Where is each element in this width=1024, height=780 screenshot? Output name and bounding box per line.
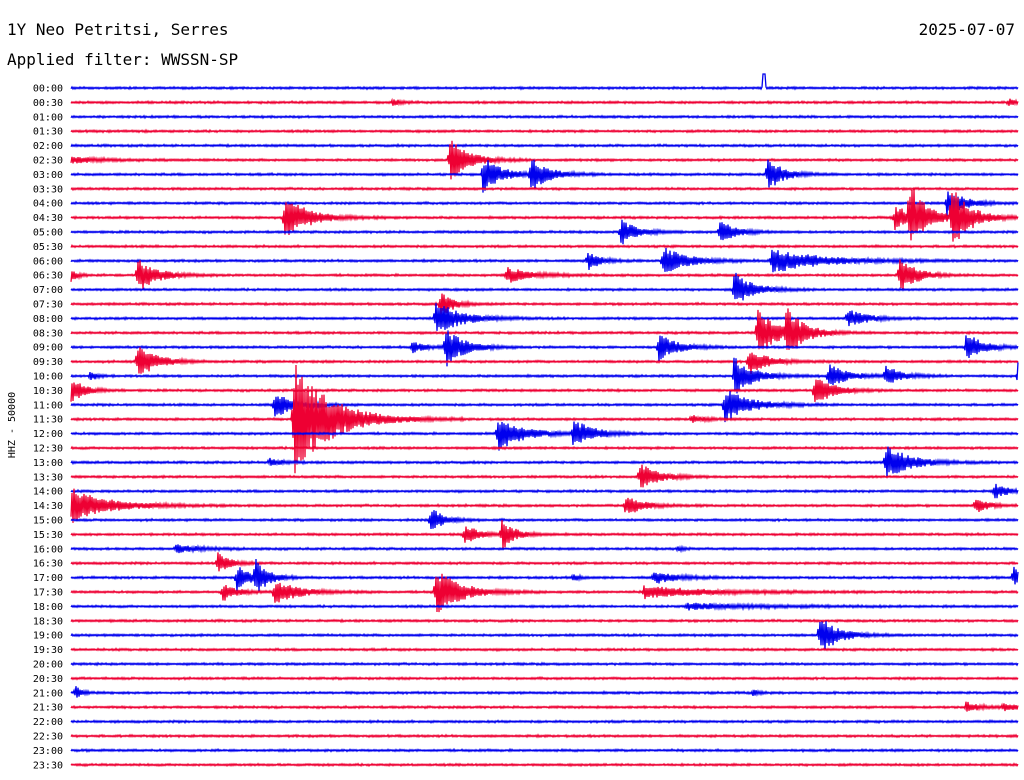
tick-label-1930: 19:30 bbox=[33, 645, 63, 656]
tick-label-0300: 03:00 bbox=[33, 170, 63, 181]
trace-2000 bbox=[70, 661, 1019, 667]
tick-label-0600: 06:00 bbox=[33, 256, 63, 267]
tick-label-0530: 05:30 bbox=[33, 242, 63, 253]
trace-1630 bbox=[70, 552, 1019, 572]
tick-label-1030: 10:30 bbox=[33, 386, 63, 397]
time-tick-labels: 00:00 00:30 01:00 01:30 02:00 02:30 03:00 03:30… bbox=[33, 84, 63, 772]
tick-label-0100: 01:00 bbox=[33, 112, 63, 123]
tick-label-1730: 17:30 bbox=[33, 588, 63, 599]
tick-label-2100: 21:00 bbox=[33, 688, 63, 699]
trace-0430 bbox=[70, 188, 1019, 242]
trace-0530 bbox=[70, 243, 1019, 250]
tick-label-1430: 14:30 bbox=[33, 501, 63, 512]
trace-0930 bbox=[70, 347, 1019, 375]
trace-2300 bbox=[70, 747, 1019, 754]
trace-0200 bbox=[70, 142, 1019, 149]
tick-label-1330: 13:30 bbox=[33, 472, 63, 483]
trace-1300 bbox=[70, 446, 1019, 477]
tick-label-0230: 02:30 bbox=[33, 156, 63, 167]
trace-2230 bbox=[70, 733, 1019, 739]
tick-label-0900: 09:00 bbox=[33, 343, 63, 354]
trace-1200 bbox=[70, 421, 1019, 451]
trace-1400 bbox=[70, 483, 1019, 499]
channel-axis-label: HHZ - 50000 bbox=[7, 392, 18, 458]
trace-1800 bbox=[70, 602, 1019, 612]
tick-label-2000: 20:00 bbox=[33, 660, 63, 671]
tick-label-2130: 21:30 bbox=[33, 703, 63, 714]
tick-label-0130: 01:30 bbox=[33, 127, 63, 138]
trace-1030 bbox=[70, 379, 1019, 402]
tick-label-1500: 15:00 bbox=[33, 516, 63, 527]
tick-label-0930: 09:30 bbox=[33, 357, 63, 368]
trace-0400 bbox=[70, 191, 1019, 217]
tick-label-0700: 07:00 bbox=[33, 285, 63, 296]
trace-0730 bbox=[70, 293, 1019, 317]
trace-1600 bbox=[70, 544, 1019, 554]
tick-label-1200: 12:00 bbox=[33, 429, 63, 440]
trace-2130 bbox=[70, 701, 1019, 712]
tick-label-2230: 22:30 bbox=[33, 732, 63, 743]
trace-1230 bbox=[70, 445, 1019, 451]
tick-label-1400: 14:00 bbox=[33, 487, 63, 498]
trace-1530 bbox=[70, 520, 1019, 549]
tick-label-1700: 17:00 bbox=[33, 573, 63, 584]
helicorder-plot: 00:00 00:30 01:00 01:30 02:00 02:30 03:00 03:30… bbox=[7, 73, 1019, 772]
trace-1930 bbox=[70, 646, 1019, 653]
tick-label-1900: 19:00 bbox=[33, 631, 63, 642]
tick-label-2030: 20:30 bbox=[33, 674, 63, 685]
trace-0100 bbox=[70, 114, 1019, 120]
trace-0800 bbox=[70, 303, 1019, 331]
trace-0630 bbox=[70, 259, 1019, 290]
tick-label-1300: 13:00 bbox=[33, 458, 63, 469]
tick-label-1100: 11:00 bbox=[33, 400, 63, 411]
trace-1830 bbox=[70, 618, 1019, 624]
trace-0130 bbox=[70, 128, 1019, 134]
trace-group bbox=[70, 73, 1019, 768]
tick-label-1000: 10:00 bbox=[33, 372, 63, 383]
tick-label-0400: 04:00 bbox=[33, 199, 63, 210]
trace-0330 bbox=[70, 186, 1019, 192]
trace-0030 bbox=[70, 97, 1019, 107]
tick-label-1600: 16:00 bbox=[33, 544, 63, 555]
tick-label-0200: 02:00 bbox=[33, 141, 63, 152]
tick-label-0030: 00:30 bbox=[33, 98, 63, 109]
tick-label-0800: 08:00 bbox=[33, 314, 63, 325]
trace-1330 bbox=[70, 464, 1019, 488]
trace-1130 bbox=[70, 364, 1019, 474]
tick-label-2300: 23:00 bbox=[33, 746, 63, 757]
tick-label-1530: 15:30 bbox=[33, 530, 63, 541]
tick-label-1800: 18:00 bbox=[33, 602, 63, 613]
tick-label-0630: 06:30 bbox=[33, 271, 63, 282]
tick-label-1830: 18:30 bbox=[33, 616, 63, 627]
tick-label-1630: 16:30 bbox=[33, 559, 63, 570]
tick-label-0000: 00:00 bbox=[33, 84, 63, 95]
trace-0500 bbox=[70, 219, 1019, 245]
trace-1900 bbox=[70, 621, 1019, 651]
trace-2330 bbox=[70, 762, 1019, 768]
tick-label-1130: 11:30 bbox=[33, 415, 63, 426]
trace-0600 bbox=[70, 247, 1019, 273]
trace-2030 bbox=[70, 675, 1019, 681]
trace-0000 bbox=[70, 73, 1019, 91]
tick-label-0830: 08:30 bbox=[33, 328, 63, 339]
tick-label-2200: 22:00 bbox=[33, 717, 63, 728]
trace-0830 bbox=[70, 308, 1019, 350]
tick-label-0500: 05:00 bbox=[33, 228, 63, 239]
tick-label-1230: 12:30 bbox=[33, 444, 63, 455]
tick-label-0430: 04:30 bbox=[33, 213, 63, 224]
tick-label-2330: 23:30 bbox=[33, 760, 63, 771]
tick-label-0330: 03:30 bbox=[33, 184, 63, 195]
tick-label-0730: 07:30 bbox=[33, 300, 63, 311]
trace-1500 bbox=[70, 510, 1019, 529]
trace-2100 bbox=[70, 686, 1019, 698]
trace-2200 bbox=[70, 718, 1019, 725]
